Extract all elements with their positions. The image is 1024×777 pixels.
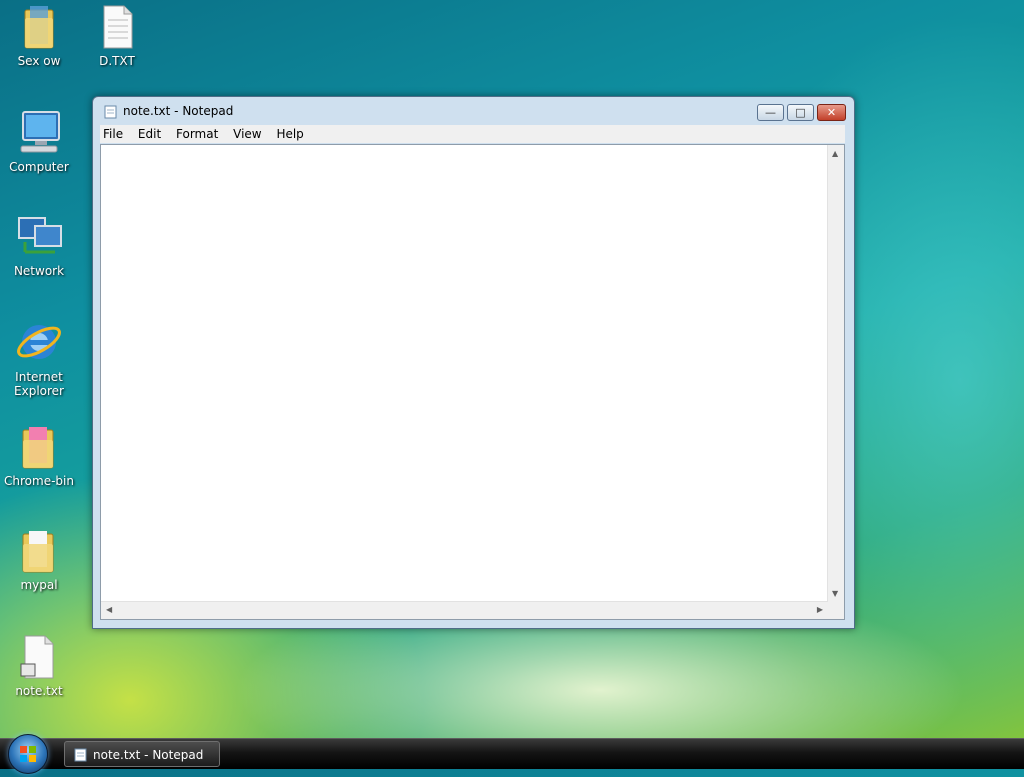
desktop-icon-chrome-bin[interactable]: Chrome-bin (0, 424, 78, 488)
scroll-up-icon[interactable]: ▲ (832, 149, 838, 158)
desktop-icon-d-txt[interactable]: D.TXT (78, 4, 156, 68)
maximize-icon: □ (795, 106, 806, 119)
close-button[interactable]: ✕ (817, 104, 846, 121)
desktop-icon-label: Computer (9, 160, 69, 174)
internet-explorer-icon (17, 325, 61, 359)
notepad-window[interactable]: note.txt - Notepad — □ ✕ File Edit Forma… (92, 96, 855, 629)
desktop-icon-label: Sex ow (17, 54, 61, 68)
desktop-icon-computer[interactable]: Computer (0, 110, 78, 174)
scroll-right-icon[interactable]: ▶ (817, 605, 823, 614)
menu-file[interactable]: File (100, 125, 127, 143)
taskbar: note.txt - Notepad (0, 734, 1024, 774)
maximize-button[interactable]: □ (787, 104, 814, 121)
folder-icon (24, 6, 54, 49)
menu-view[interactable]: View (230, 125, 265, 143)
text-editor[interactable]: ▲ ▼ ◀ ▶ (100, 144, 845, 620)
taskbar-button-notepad[interactable]: note.txt - Notepad (64, 741, 220, 767)
menu-bar: File Edit Format View Help (100, 125, 845, 143)
folder-icon (22, 531, 54, 573)
scroll-left-icon[interactable]: ◀ (106, 605, 112, 614)
menu-help[interactable]: Help (273, 125, 307, 143)
menu-edit[interactable]: Edit (135, 125, 165, 143)
notepad-icon (104, 105, 117, 119)
vertical-scrollbar[interactable]: ▲ ▼ (827, 145, 844, 602)
desktop-icon-label: mypal (20, 578, 58, 592)
folder-icon (22, 427, 54, 469)
desktop-icon-label: Chrome-bin (4, 474, 74, 488)
taskbar-button-label: note.txt - Notepad (93, 748, 204, 762)
desktop-icon-internet-explorer[interactable]: Internet Explorer (0, 318, 78, 398)
desktop-icon-label: note.txt (15, 684, 63, 698)
windows-logo-icon (20, 746, 36, 762)
close-icon: ✕ (826, 106, 837, 119)
desktop-icon-label: D.TXT (99, 54, 135, 68)
computer-icon (20, 111, 60, 153)
desktop-icon-mypal[interactable]: mypal (0, 528, 78, 592)
document-text[interactable] (104, 147, 824, 599)
scroll-down-icon[interactable]: ▼ (832, 589, 838, 598)
menu-format[interactable]: Format (173, 125, 222, 143)
desktop-icon-note-txt[interactable]: note.txt (0, 634, 78, 698)
desktop-icon-label: Internet Explorer (14, 370, 64, 398)
title-bar[interactable]: note.txt - Notepad — □ ✕ (93, 97, 854, 125)
resize-grip-icon[interactable] (828, 602, 844, 619)
notepad-icon (74, 748, 87, 762)
desktop-icon-network[interactable]: Network (0, 214, 78, 278)
start-button[interactable] (8, 734, 48, 774)
horizontal-scrollbar[interactable]: ◀ ▶ (101, 601, 828, 619)
text-file-icon (103, 5, 133, 49)
text-file-icon (20, 635, 54, 679)
desktop-icon-label: Network (13, 264, 65, 278)
window-title: note.txt - Notepad (123, 104, 234, 118)
minimize-button[interactable]: — (757, 104, 784, 121)
minimize-icon: — (765, 106, 776, 119)
desktop-icon-sex-ow[interactable]: Sex ow (0, 4, 78, 68)
network-icon (18, 217, 62, 254)
